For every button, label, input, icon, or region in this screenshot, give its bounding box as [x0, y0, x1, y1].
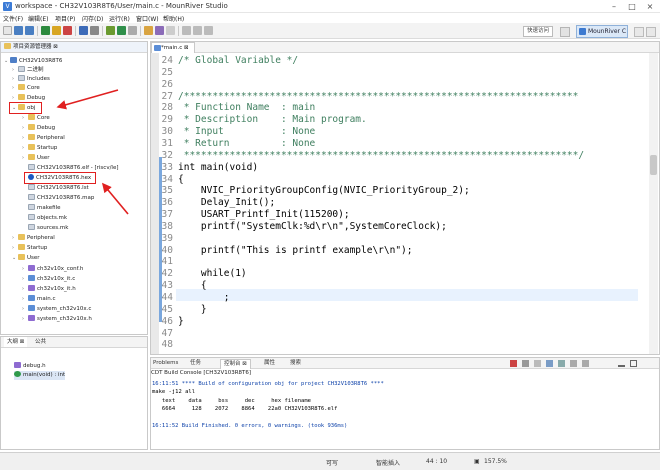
code-line[interactable]: NVIC_PriorityGroupConfig(NVIC_PriorityGr…	[178, 185, 470, 197]
status-insert-mode: 智能插入	[376, 460, 401, 467]
line-number: 28	[161, 102, 173, 114]
display-console-icon[interactable]	[570, 360, 577, 367]
tab-search[interactable]: 搜索	[290, 359, 301, 368]
remove-launch-icon[interactable]	[522, 360, 529, 367]
open-console-icon[interactable]	[582, 360, 589, 367]
code-line[interactable]: /* Global Variable */	[178, 55, 298, 67]
outline-item-main[interactable]: main(void) : int	[14, 371, 66, 380]
line-number: 26	[161, 78, 173, 90]
arrow-to-hex	[101, 182, 129, 215]
code-line[interactable]: * Function Name : main	[178, 102, 316, 114]
line-number: 47	[161, 327, 173, 339]
editor-header	[151, 42, 659, 53]
current-line-highlight	[176, 289, 638, 301]
status-zoom: 157.5%	[484, 458, 507, 465]
tab-console[interactable]: 控制台 ⊠	[220, 359, 251, 369]
minimize-panel-icon[interactable]	[618, 360, 625, 367]
code-line[interactable]: int main(void)	[178, 162, 258, 174]
code-line[interactable]: }	[178, 316, 184, 328]
code-line[interactable]: while(1)	[178, 268, 247, 280]
clear-console-icon[interactable]	[534, 360, 541, 367]
code-line[interactable]: /***************************************…	[178, 91, 578, 103]
terminate-icon[interactable]	[510, 360, 517, 367]
line-number: 29	[161, 114, 173, 126]
scroll-lock-icon[interactable]	[546, 360, 553, 367]
outline-tab[interactable]: 大纲 ⊠	[4, 337, 28, 347]
console-line: 6664 128 2072 8864 22a0 CH32V103R8T6.elf	[152, 405, 338, 412]
line-number: 48	[161, 339, 173, 351]
code-line[interactable]: {	[178, 280, 207, 292]
scope-indicator	[159, 157, 162, 322]
tab-tasks[interactable]: 任务	[190, 359, 201, 368]
outline-item-include[interactable]: debug.h	[14, 362, 46, 371]
code-line[interactable]: * Description : Main program.	[178, 114, 367, 126]
console-title: CDT Build Console [CH32V103R8T6]	[151, 370, 252, 376]
status-cursor-position: 44 : 10	[426, 458, 448, 465]
code-line[interactable]: printf("SystemClk:%d\r\n",SystemCoreCloc…	[178, 221, 447, 233]
common-tab[interactable]: 公共	[35, 337, 46, 347]
editor-tab-main-c[interactable]: *main.c ⊠	[151, 42, 195, 53]
status-icon: ▣	[474, 458, 480, 465]
status-writable: 可写	[326, 460, 339, 467]
code-line[interactable]: Delay_Init();	[178, 197, 275, 209]
code-line[interactable]: }	[178, 304, 207, 316]
line-number: 27	[161, 90, 173, 102]
code-line[interactable]: USART_Printf_Init(115200);	[178, 209, 350, 221]
outline-panel	[0, 336, 148, 450]
console-line: 16:11:51 **** Build of configuration obj…	[152, 381, 384, 387]
code-line[interactable]: ;	[178, 292, 230, 304]
function-icon	[14, 371, 21, 377]
pin-console-icon[interactable]	[558, 360, 565, 367]
tab-problems[interactable]: Problems	[153, 359, 178, 368]
code-line[interactable]: printf("This is printf example\r\n");	[178, 245, 413, 257]
line-number: 30	[161, 126, 173, 138]
code-line[interactable]: ****************************************…	[178, 150, 584, 162]
arrow-to-obj	[56, 89, 119, 110]
tab-properties[interactable]: 属性	[264, 359, 275, 368]
line-number: 25	[161, 66, 173, 78]
editor-scrollbar[interactable]	[649, 53, 658, 354]
maximize-panel-icon[interactable]	[630, 360, 637, 367]
console-line: text data bss dec hex filename	[152, 397, 311, 404]
line-number: 31	[161, 137, 173, 149]
console-line: make -j12 all	[152, 389, 196, 396]
line-number: 24	[161, 55, 173, 66]
code-line[interactable]: * Return : None	[178, 138, 316, 150]
editor-gutter	[151, 53, 159, 354]
c-file-icon	[154, 45, 161, 51]
include-icon	[14, 362, 21, 368]
outline-header: 大纲 ⊠ 公共	[1, 337, 147, 348]
console-toolbar	[510, 360, 650, 368]
code-line[interactable]: * Input : None	[178, 126, 316, 138]
code-line[interactable]: {	[178, 174, 184, 186]
status-bar: 可写 智能插入 44 : 10 ▣ 157.5%	[0, 452, 660, 470]
console-line: 16:11:52 Build Finished. 0 errors, 0 war…	[152, 422, 348, 429]
editor-scroll-thumb[interactable]	[650, 155, 657, 175]
